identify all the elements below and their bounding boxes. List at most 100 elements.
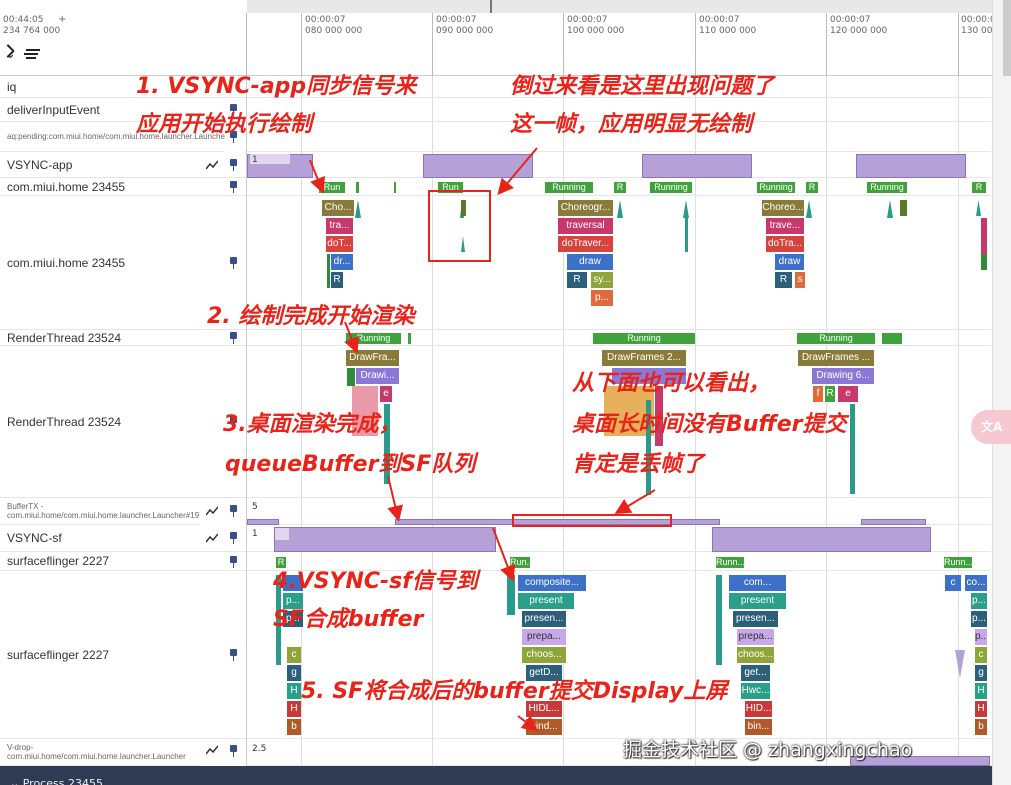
counter-block[interactable]	[712, 527, 931, 552]
slice-traversal[interactable]: traversal	[558, 218, 613, 234]
slice-getdisplay[interactable]: get...	[741, 665, 770, 681]
slice-misc[interactable]	[327, 254, 330, 288]
slice-misc[interactable]	[685, 218, 688, 252]
slice-choose[interactable]: c	[287, 647, 301, 663]
counter-block[interactable]	[423, 154, 533, 178]
process-header[interactable]	[0, 766, 992, 785]
slice-composite[interactable]: com...	[729, 575, 786, 591]
slice-hidl[interactable]: HID...	[745, 701, 772, 717]
track-label-buffertx[interactable]: BufferTX - com.miui.home/com.miui.home.l…	[0, 498, 200, 525]
state-slice[interactable]	[394, 182, 396, 193]
slice-draw[interactable]: draw	[567, 254, 613, 270]
state-slice[interactable]	[356, 182, 359, 193]
slice-drawframes[interactable]: DrawFrames 2...	[602, 350, 686, 366]
counter-block[interactable]	[274, 527, 496, 552]
state-slice[interactable]	[501, 182, 503, 193]
zoom-plus[interactable]: +	[58, 14, 66, 25]
state-slice[interactable]: Runn...	[716, 557, 744, 568]
scrollbar-thumb[interactable]	[1003, 0, 1011, 76]
slice-present[interactable]: present	[518, 593, 574, 609]
overview-scrollbar[interactable]	[247, 0, 992, 13]
pin-icon[interactable]	[229, 181, 238, 193]
track-label-home-main[interactable]: com.miui.home 23455	[0, 178, 246, 196]
pin-icon[interactable]	[229, 556, 238, 568]
chart-icon[interactable]	[206, 506, 218, 516]
slice-sync[interactable]: sy...	[591, 272, 613, 288]
slice-getdisplay[interactable]: g	[975, 665, 987, 681]
state-slice[interactable]: Running	[545, 182, 593, 193]
slice-drawing[interactable]: Drawing 6...	[812, 368, 874, 384]
track-label-surfaceflinger-expanded[interactable]: surfaceflinger 2227	[0, 571, 246, 739]
slice-choose[interactable]: choos...	[522, 647, 566, 663]
counter-block[interactable]	[861, 519, 926, 525]
slice-misc[interactable]: R	[825, 386, 835, 402]
slice-traversal[interactable]: tra...	[326, 218, 353, 234]
slice-misc[interactable]	[900, 200, 907, 216]
slice-choreographer[interactable]: Choreo...	[762, 200, 804, 216]
slice-choreographer[interactable]: Cho...	[322, 200, 354, 216]
chart-icon[interactable]	[206, 533, 218, 543]
chart-icon[interactable]	[206, 745, 218, 755]
slice-binder[interactable]: b	[287, 719, 301, 735]
slice-misc[interactable]	[716, 575, 722, 665]
slice-sync[interactable]: s	[795, 272, 805, 288]
slice-record[interactable]: R	[567, 272, 587, 288]
counter-block[interactable]	[856, 154, 966, 178]
pin-icon[interactable]	[229, 332, 238, 344]
state-slice[interactable]: Running	[867, 182, 907, 193]
chart-icon[interactable]	[206, 160, 218, 170]
right-scrollbar[interactable]	[992, 0, 1011, 785]
slice-dotraversal[interactable]: doT...	[326, 236, 353, 252]
slice-drawframes[interactable]: DrawFrames ...	[798, 350, 874, 366]
counter-block[interactable]	[642, 154, 752, 178]
slice-hidl[interactable]: H	[975, 701, 987, 717]
slice-composite[interactable]: c	[945, 575, 961, 591]
slice-misc[interactable]: e	[380, 386, 392, 402]
slice-binder[interactable]: b	[975, 719, 987, 735]
state-slice[interactable]	[882, 333, 902, 344]
slice-drawframes[interactable]: DrawFra...	[346, 350, 399, 366]
scrollbar-thumb[interactable]	[490, 0, 492, 13]
slice-choose[interactable]: c	[975, 647, 987, 663]
state-slice[interactable]: Run	[319, 182, 345, 193]
slice-dotraversal[interactable]: doTraver...	[558, 236, 613, 252]
slice-binder[interactable]: bin...	[745, 719, 772, 735]
track-label-vdrop[interactable]: V-drop-com.miui.home/com.miui.home.launc…	[0, 739, 200, 766]
slice-prepare[interactable]: prepa...	[522, 629, 566, 645]
menu-icon[interactable]	[24, 49, 40, 60]
state-slice[interactable]: Running	[346, 333, 401, 344]
slice-record[interactable]: R	[331, 272, 343, 288]
pin-icon[interactable]	[229, 745, 238, 757]
slice-traversal[interactable]: trave...	[766, 218, 804, 234]
track-label-renderthread-expanded[interactable]: RenderThread 23524	[0, 346, 246, 498]
slice-present[interactable]: presen...	[522, 611, 566, 627]
slice-dotraversal[interactable]: doTra...	[766, 236, 804, 252]
slice-misc[interactable]	[981, 254, 987, 270]
slice-prepare[interactable]: p...	[975, 629, 987, 645]
slice-drawing[interactable]: Drawi...	[356, 368, 399, 384]
slice-draw[interactable]: dr...	[331, 254, 353, 270]
slice-choose[interactable]: choos...	[737, 647, 774, 663]
slice-present[interactable]: present	[729, 593, 786, 609]
state-slice[interactable]: Running	[757, 182, 795, 193]
slice-record[interactable]: R	[775, 272, 792, 288]
slice-binder[interactable]: bind...	[526, 719, 562, 735]
slice-misc[interactable]	[347, 368, 355, 386]
state-slice[interactable]: Run...	[510, 557, 530, 568]
slice-hwc[interactable]: Hwc...	[741, 683, 770, 699]
track-label-renderthread[interactable]: RenderThread 23524	[0, 330, 246, 346]
slice-misc[interactable]	[850, 404, 855, 494]
slice-present[interactable]: presen...	[733, 611, 778, 627]
counter-block[interactable]	[247, 519, 279, 525]
state-slice[interactable]: Running	[650, 182, 692, 193]
state-slice[interactable]: Runn...	[944, 557, 972, 568]
state-slice[interactable]: R	[972, 182, 986, 193]
slice-prepare[interactable]: p...	[591, 290, 613, 306]
state-slice[interactable]: R	[614, 182, 626, 193]
slice-misc[interactable]	[981, 218, 987, 254]
slice-draw[interactable]: draw	[775, 254, 804, 270]
slice-present[interactable]: p...	[971, 611, 987, 627]
slice-hidl[interactable]: H	[287, 701, 301, 717]
pin-icon[interactable]	[229, 257, 238, 269]
pin-icon[interactable]	[229, 159, 238, 171]
